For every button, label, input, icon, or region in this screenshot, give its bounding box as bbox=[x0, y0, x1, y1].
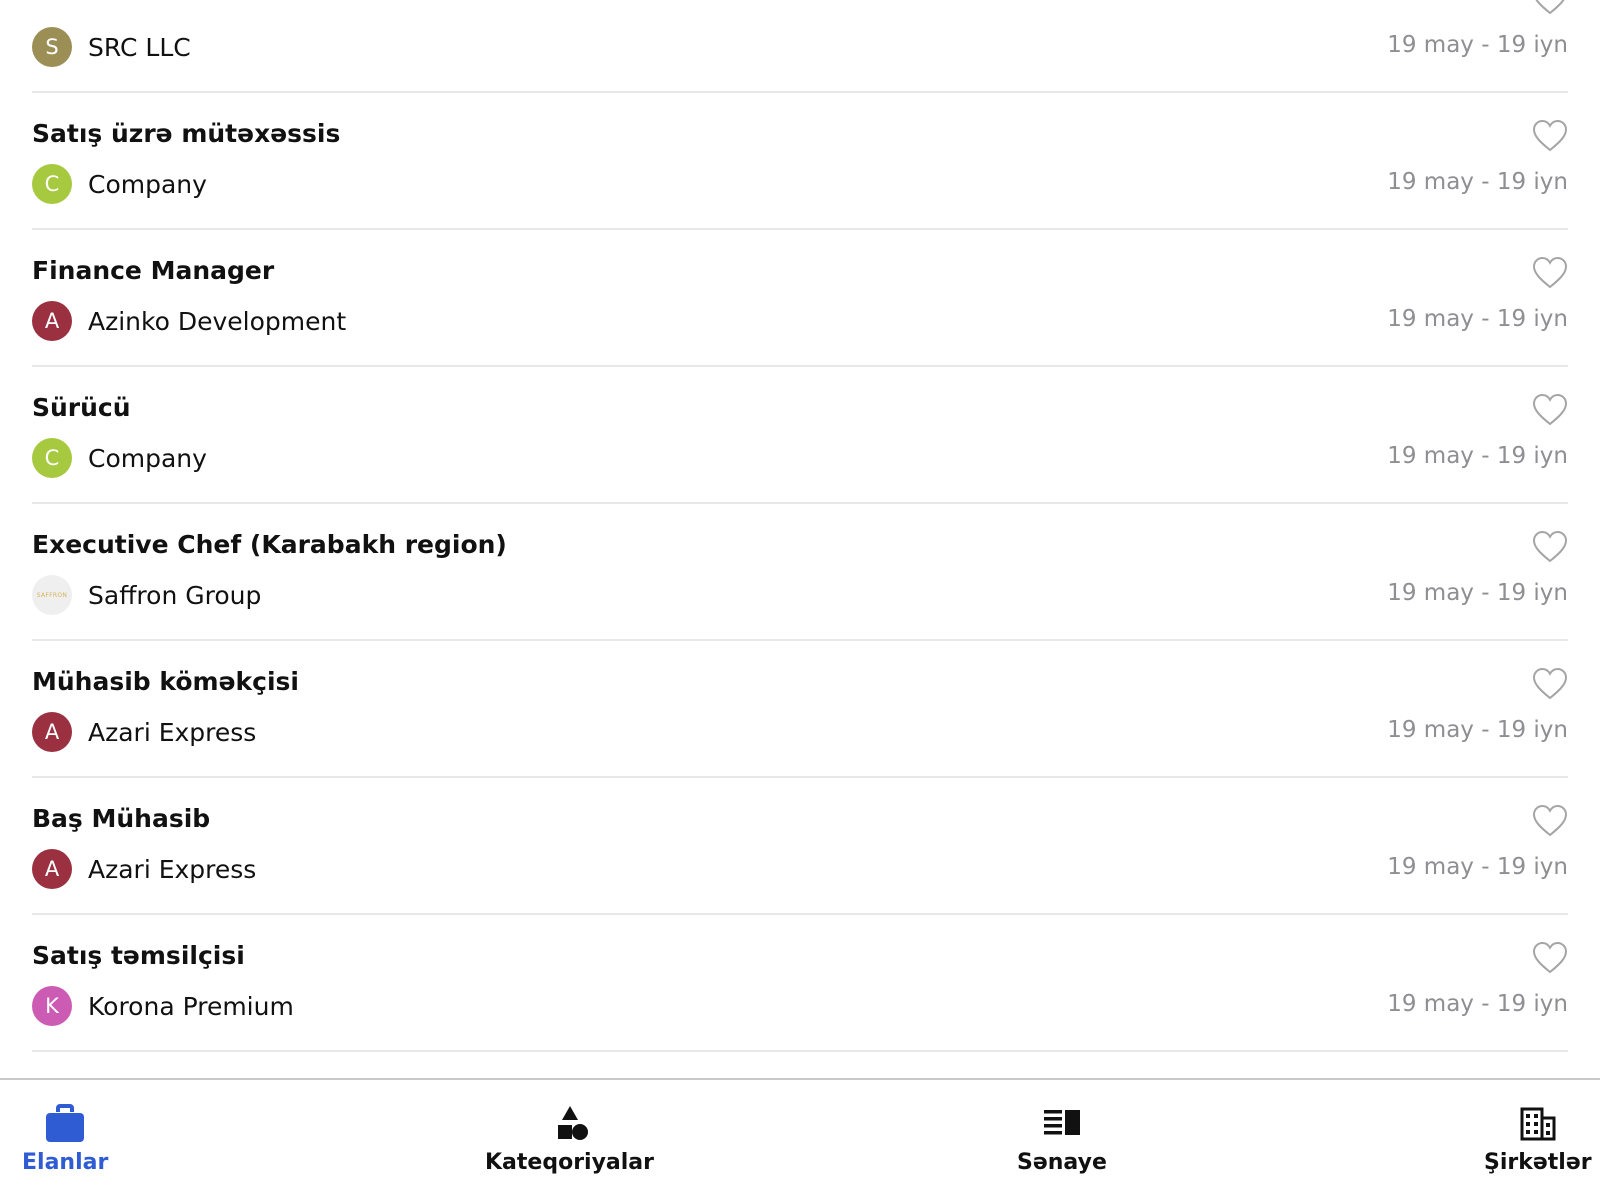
date-range: 19 may - 19 iyn bbox=[1387, 32, 1568, 58]
company-avatar: C bbox=[32, 438, 72, 478]
company-avatar: A bbox=[32, 301, 72, 341]
job-title: Baş Mühasib bbox=[32, 804, 211, 833]
industry-list-icon bbox=[1043, 1110, 1080, 1135]
tab-bar: Elanlar Kateqoriyalar Sənaye Şirkətlər bbox=[0, 1078, 1600, 1200]
briefcase-icon bbox=[46, 1104, 85, 1142]
company-row: K Korona Premium bbox=[32, 986, 294, 1026]
job-list-item[interactable]: Executive Chef (Karabakh region) SAFFRON S… bbox=[32, 504, 1568, 641]
tab-label-kateqoriyalar: Kateqoriyalar bbox=[485, 1150, 655, 1175]
favorite-heart-icon[interactable] bbox=[1532, 804, 1568, 838]
company-avatar: A bbox=[32, 712, 72, 752]
company-row: C Company bbox=[32, 438, 207, 478]
company-row: SAFFRON Saffron Group bbox=[32, 575, 261, 615]
job-list-item[interactable]: Satış təmsilçisi K Korona Premium 19 may - … bbox=[32, 915, 1568, 1052]
favorite-heart-icon[interactable] bbox=[1532, 530, 1568, 564]
company-avatar: K bbox=[32, 986, 72, 1026]
job-list-item[interactable]: Baş Mühasib A Azari Express 19 may - 19 iyn bbox=[32, 778, 1568, 915]
company-row: A Azari Express bbox=[32, 849, 256, 889]
job-list[interactable]: S SRC LLC 19 may - 19 iyn Satış üzrə mütəxə… bbox=[0, 0, 1600, 1052]
job-title: Finance Manager bbox=[32, 256, 275, 285]
company-row: A Azinko Development bbox=[32, 301, 346, 341]
job-title: Executive Chef (Karabakh region) bbox=[32, 530, 507, 559]
job-list-item[interactable]: Sürücü C Company 19 may - 19 iyn bbox=[32, 367, 1568, 504]
favorite-heart-icon[interactable] bbox=[1532, 667, 1568, 701]
tab-label-elanlar: Elanlar bbox=[22, 1150, 109, 1175]
company-name: Company bbox=[88, 169, 207, 199]
favorite-heart-icon[interactable] bbox=[1532, 941, 1568, 975]
date-range: 19 may - 19 iyn bbox=[1387, 443, 1568, 469]
favorite-heart-icon[interactable] bbox=[1532, 256, 1568, 290]
date-range: 19 may - 19 iyn bbox=[1387, 306, 1568, 332]
company-avatar: C bbox=[32, 164, 72, 204]
job-title: Satış təmsilçisi bbox=[32, 941, 245, 970]
job-list-item[interactable]: Finance Manager A Azinko Development 19 may… bbox=[32, 230, 1568, 367]
favorite-heart-icon[interactable] bbox=[1532, 0, 1568, 16]
company-name: Azari Express bbox=[88, 717, 257, 747]
job-list-item[interactable]: Mühasib köməkçisi A Azari Express 19 may - … bbox=[32, 641, 1568, 778]
date-range: 19 may - 19 iyn bbox=[1387, 991, 1568, 1017]
company-name: Company bbox=[88, 443, 207, 473]
favorite-heart-icon[interactable] bbox=[1532, 119, 1568, 153]
company-name: Saffron Group bbox=[88, 580, 262, 610]
job-title: Sürücü bbox=[32, 393, 131, 422]
company-name: Azari Express bbox=[88, 854, 257, 884]
company-name: Azinko Development bbox=[88, 306, 347, 336]
date-range: 19 may - 19 iyn bbox=[1387, 854, 1568, 880]
date-range: 19 may - 19 iyn bbox=[1387, 169, 1568, 195]
company-row: S SRC LLC bbox=[32, 27, 191, 67]
company-avatar: S bbox=[32, 27, 72, 67]
tab-sirketler[interactable]: Şirkətlər bbox=[1484, 1104, 1592, 1175]
company-avatar: A bbox=[32, 849, 72, 889]
app-screen: S SRC LLC 19 may - 19 iyn Satış üzrə mütəxə… bbox=[0, 0, 1600, 1200]
tab-label-sirketler: Şirkətlər bbox=[1484, 1150, 1592, 1175]
company-row: A Azari Express bbox=[32, 712, 256, 752]
job-title: Satış üzrə mütəxəssis bbox=[32, 119, 341, 148]
date-range: 19 may - 19 iyn bbox=[1387, 717, 1568, 743]
company-name: SRC LLC bbox=[88, 32, 191, 62]
company-row: C Company bbox=[32, 164, 207, 204]
company-logo: SAFFRON bbox=[32, 575, 72, 615]
company-name: Korona Premium bbox=[88, 991, 294, 1021]
job-title: Mühasib köməkçisi bbox=[32, 667, 299, 696]
job-list-item[interactable]: Satış üzrə mütəxəssis C Company 19 may - 19… bbox=[32, 93, 1568, 230]
tab-label-senaye: Sənaye bbox=[1017, 1150, 1107, 1175]
tab-kateqoriyalar[interactable]: Kateqoriyalar bbox=[485, 1104, 654, 1175]
building-icon bbox=[1520, 1107, 1556, 1141]
tab-elanlar[interactable]: Elanlar bbox=[22, 1104, 108, 1175]
job-list-item[interactable]: S SRC LLC 19 may - 19 iyn bbox=[32, 0, 1568, 93]
date-range: 19 may - 19 iyn bbox=[1387, 580, 1568, 606]
shapes-icon bbox=[557, 1106, 588, 1140]
tab-senaye[interactable]: Sənaye bbox=[1017, 1104, 1107, 1175]
favorite-heart-icon[interactable] bbox=[1532, 393, 1568, 427]
